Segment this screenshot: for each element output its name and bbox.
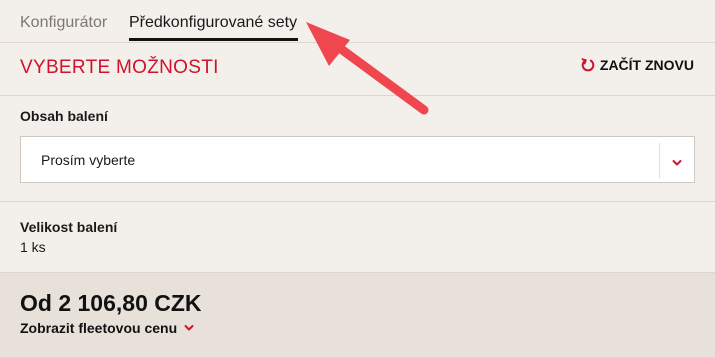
select-value: Prosím vyberte — [41, 152, 136, 168]
package-size-value: 1 ks — [20, 239, 46, 255]
restart-button[interactable]: ZAČÍT ZNOVU — [581, 57, 694, 73]
package-size-label: Velikost balení — [20, 219, 118, 235]
chevron-down-icon — [671, 155, 683, 173]
price-amount: Od 2 106,80 CZK — [20, 290, 202, 316]
options-header: VYBERTE MOŽNOSTI ZAČÍT ZNOVU — [0, 43, 715, 96]
package-content-select[interactable]: Prosím vyberte — [20, 136, 695, 183]
fleet-price-link[interactable]: Zobrazit fleetovou cenu — [20, 320, 195, 336]
select-divider — [659, 143, 660, 178]
package-size-section: Velikost balení 1 ks — [0, 202, 715, 273]
options-title: VYBERTE MOŽNOSTI — [20, 57, 219, 78]
tab-configurator[interactable]: Konfigurátor — [20, 13, 107, 33]
tab-preconfigured-sets[interactable]: Předkonfigurované sety — [129, 13, 297, 33]
chevron-down-icon — [183, 320, 195, 336]
tab-bar: Konfigurátor Předkonfigurované sety — [0, 0, 715, 43]
fleet-price-label: Zobrazit fleetovou cenu — [20, 320, 178, 336]
restart-label: ZAČÍT ZNOVU — [599, 57, 694, 73]
package-content-section: Obsah balení Prosím vyberte — [0, 96, 715, 202]
refresh-icon — [581, 58, 595, 72]
price-section: Od 2 106,80 CZK Zobrazit fleetovou cenu — [0, 273, 715, 358]
package-content-label: Obsah balení — [20, 108, 108, 124]
active-tab-indicator — [129, 38, 298, 41]
